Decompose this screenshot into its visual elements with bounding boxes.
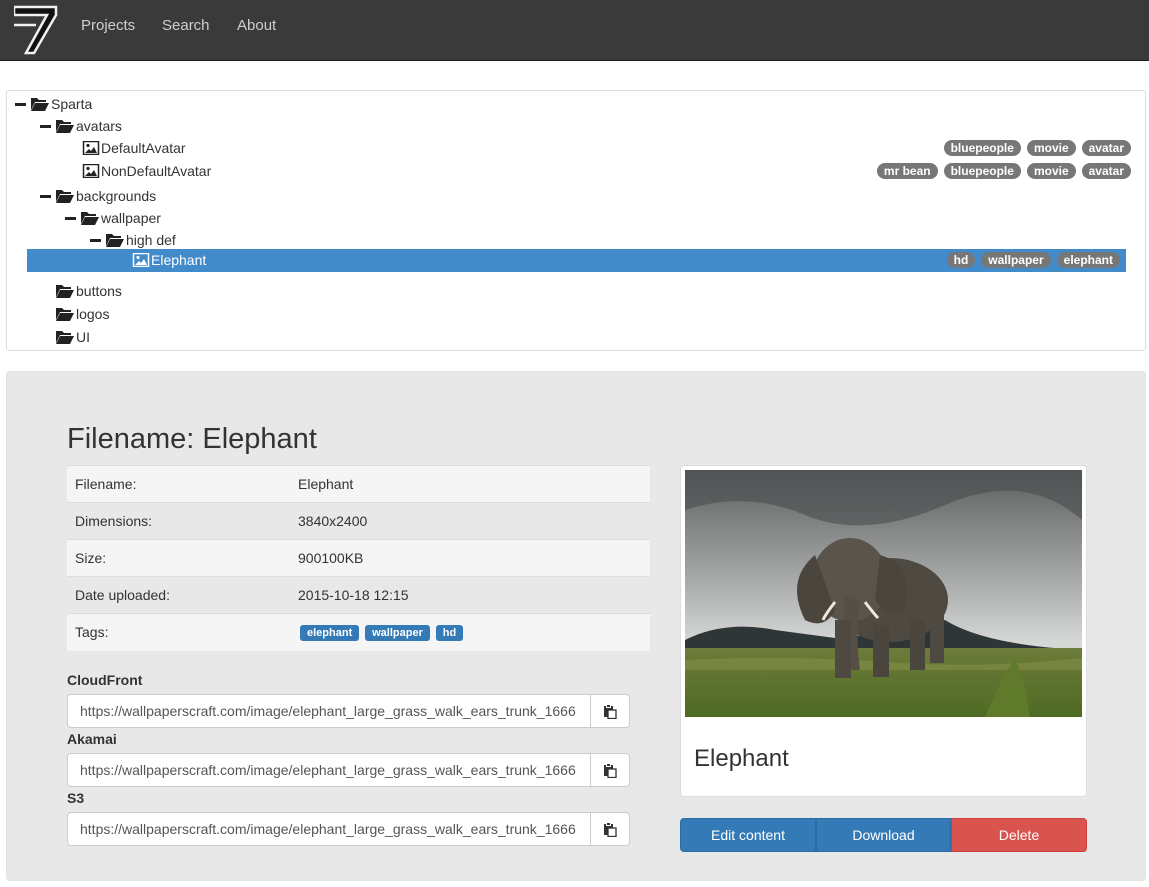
tree-label: UI [76, 329, 90, 345]
tag-badge[interactable]: elephant [300, 625, 360, 642]
field-key: Dimensions: [67, 502, 290, 540]
tag[interactable]: hd [946, 252, 976, 268]
copy-cloudfront-button[interactable] [590, 694, 630, 728]
folder-open-icon [31, 98, 49, 111]
copy-akamai-button[interactable] [590, 753, 630, 787]
tag[interactable]: bluepeople [943, 163, 1021, 179]
tree-row-sparta[interactable]: Sparta [7, 93, 1145, 115]
tree-row-avatars[interactable]: avatars [7, 115, 1145, 137]
tree-label: Sparta [51, 96, 93, 112]
image-icon [132, 253, 150, 267]
field-key: Size: [67, 539, 290, 577]
tree-row-buttons[interactable]: buttons [7, 280, 1145, 302]
tag[interactable]: avatar [1081, 163, 1131, 179]
collapse-icon[interactable] [40, 195, 51, 198]
details-panel: Filename: Elephant Filename: Elephant Di… [6, 371, 1146, 881]
download-button[interactable]: Download [816, 818, 951, 852]
tree-label: DefaultAvatar [101, 140, 186, 156]
table-row: Filename: Elephant [67, 465, 650, 503]
tag-list: mr bean bluepeople movie avatar [876, 163, 1131, 179]
folder-icon [56, 285, 74, 298]
field-value: Elephant [290, 465, 650, 503]
delete-button[interactable]: Delete [951, 818, 1087, 852]
collapse-icon[interactable] [40, 125, 51, 128]
collapse-icon[interactable] [90, 239, 101, 242]
folder-open-icon [56, 120, 74, 133]
field-key: Tags: [67, 613, 290, 651]
field-value: 2015-10-18 12:15 [290, 576, 650, 614]
field-key: Filename: [67, 465, 290, 503]
tree-label: buttons [76, 283, 122, 299]
collapse-icon[interactable] [15, 103, 26, 106]
tree-row-backgrounds[interactable]: backgrounds [7, 185, 1145, 207]
table-row: Date uploaded: 2015-10-18 12:15 [67, 576, 650, 614]
field-key: Date uploaded: [67, 576, 290, 614]
tag[interactable]: bluepeople [943, 140, 1021, 156]
folder-open-icon [56, 190, 74, 203]
elephant-photo [685, 470, 1082, 717]
tree-row-nondefaultavatar[interactable]: NonDefaultAvatar mr bean bluepeople movi… [7, 160, 1145, 182]
cdn-label-s3: S3 [67, 790, 85, 806]
top-navbar: Projects Search About [0, 0, 1149, 61]
tree-row-elephant[interactable]: Elephant hd wallpaper elephant [27, 249, 1126, 272]
tags-cell: elephant wallpaper hd [290, 613, 650, 651]
tag[interactable]: elephant [1056, 252, 1120, 268]
clipboard-icon [604, 822, 617, 837]
table-row: Dimensions: 3840x2400 [67, 502, 650, 540]
tag[interactable]: movie [1026, 163, 1076, 179]
s3-url-input[interactable] [67, 812, 591, 846]
image-icon [82, 141, 100, 155]
akamai-url-input[interactable] [67, 753, 591, 787]
collapse-icon[interactable] [65, 217, 76, 220]
cdn-label-cloudfront: CloudFront [67, 672, 143, 688]
edit-content-button[interactable]: Edit content [680, 818, 816, 852]
tag-list: bluepeople movie avatar [943, 140, 1131, 156]
field-value: 3840x2400 [290, 502, 650, 540]
folder-open-icon [81, 212, 99, 225]
nav-projects-link[interactable]: Projects [81, 17, 135, 35]
nav-about-link[interactable]: About [237, 17, 276, 35]
tag-list: hd wallpaper elephant [946, 252, 1120, 268]
page-title: Filename: Elephant [67, 423, 317, 455]
clipboard-icon [604, 704, 617, 719]
nav-search-link[interactable]: Search [162, 17, 210, 35]
table-row: Tags: elephant wallpaper hd [67, 613, 650, 651]
tree-row-logos[interactable]: logos [7, 303, 1145, 325]
tag[interactable]: avatar [1081, 140, 1131, 156]
tree-label: high def [126, 232, 176, 248]
tag[interactable]: wallpaper [981, 252, 1051, 268]
cloudfront-url-input[interactable] [67, 694, 591, 728]
tree-label: logos [76, 306, 110, 322]
tree-row-ui[interactable]: UI [7, 326, 1145, 348]
image-caption: Elephant [694, 745, 789, 772]
tree-label: avatars [76, 118, 122, 134]
tag[interactable]: mr bean [876, 163, 938, 179]
tree-label: backgrounds [76, 188, 157, 204]
file-tree: Sparta avatars DefaultAvatar bluepeople … [6, 90, 1146, 351]
action-button-group: Edit content Download Delete [680, 818, 1087, 852]
image-icon [82, 164, 100, 178]
tag[interactable]: movie [1026, 140, 1076, 156]
image-thumbnail-card: Elephant [680, 465, 1087, 797]
tree-label: wallpaper [101, 210, 161, 226]
folder-open-icon [106, 234, 124, 247]
cdn-label-akamai: Akamai [67, 731, 117, 747]
table-row: Size: 900100KB [67, 539, 650, 577]
file-info-table: Filename: Elephant Dimensions: 3840x2400… [67, 465, 650, 651]
brand-logo[interactable] [14, 5, 58, 55]
tree-row-wallpaper[interactable]: wallpaper [7, 207, 1145, 229]
tree-label: NonDefaultAvatar [101, 163, 212, 179]
clipboard-icon [604, 763, 617, 778]
tree-row-defaultavatar[interactable]: DefaultAvatar bluepeople movie avatar [7, 137, 1145, 159]
field-value: 900100KB [290, 539, 650, 577]
tree-label: Elephant [151, 252, 207, 268]
tag-badge[interactable]: wallpaper [365, 625, 430, 642]
folder-icon [56, 331, 74, 344]
elephant-image[interactable] [685, 470, 1082, 717]
copy-s3-button[interactable] [590, 812, 630, 846]
tree-row-high-def[interactable]: high def [7, 229, 1145, 251]
folder-icon [56, 308, 74, 321]
tag-badge[interactable]: hd [435, 625, 464, 642]
